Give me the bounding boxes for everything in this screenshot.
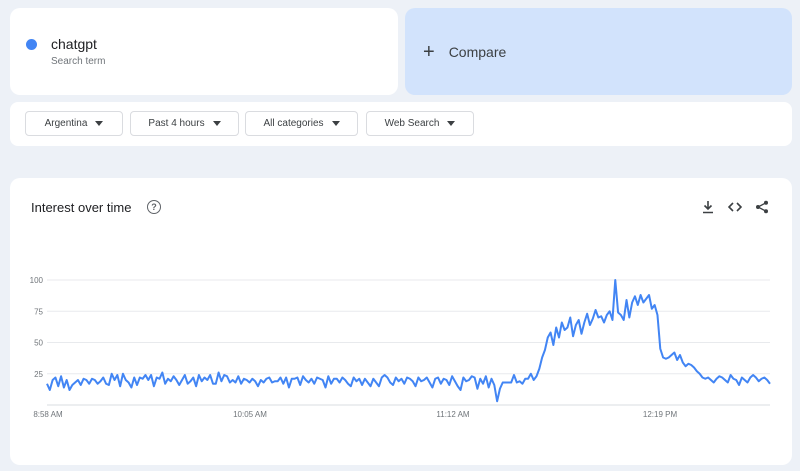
- filter-search-type-dropdown[interactable]: Web Search: [366, 111, 474, 136]
- filters-bar: Argentina Past 4 hours All categories We…: [10, 102, 792, 146]
- filter-region-label: Argentina: [44, 118, 88, 129]
- search-term-name[interactable]: chatgpt: [51, 36, 105, 52]
- y-tick-label: 50: [34, 339, 43, 348]
- y-tick-label: 25: [34, 370, 43, 379]
- interest-over-time-card: Interest over time ? 25 50 75 100 8:58 AM 10:…: [10, 178, 792, 465]
- series-line[interactable]: [46, 279, 771, 403]
- filter-region-dropdown[interactable]: Argentina: [25, 111, 123, 136]
- filter-time-label: Past 4 hours: [148, 118, 205, 129]
- y-tick-label: 75: [34, 307, 43, 316]
- filter-search-type-label: Web Search: [384, 118, 440, 129]
- x-tick-label: 10:05 AM: [233, 410, 267, 419]
- trends-page: chatgpt Search term + Compare Argentina …: [0, 0, 800, 471]
- filter-time-dropdown[interactable]: Past 4 hours: [130, 111, 239, 136]
- compare-label: Compare: [448, 43, 507, 60]
- filter-category-label: All categories: [263, 118, 324, 129]
- caret-down-icon: [331, 121, 340, 126]
- interest-line-chart: 25 50 75 100 8:58 AM 10:05 AM 11:12 AM 12:19 PM: [30, 276, 771, 419]
- series-color-dot: [26, 39, 37, 50]
- search-term-subtitle: Search term: [51, 56, 106, 67]
- filter-category-dropdown[interactable]: All categories: [245, 111, 358, 136]
- caret-down-icon: [447, 121, 456, 126]
- caret-down-icon: [95, 121, 104, 126]
- plus-icon: +: [423, 40, 435, 63]
- y-tick-label: 100: [30, 276, 44, 285]
- compare-button[interactable]: + Compare: [405, 8, 792, 95]
- x-tick-label: 8:58 AM: [33, 410, 63, 419]
- x-tick-label: 12:19 PM: [643, 410, 678, 419]
- caret-down-icon: [212, 121, 221, 126]
- x-tick-label: 11:12 AM: [436, 410, 470, 419]
- search-term-card[interactable]: chatgpt Search term: [10, 8, 398, 95]
